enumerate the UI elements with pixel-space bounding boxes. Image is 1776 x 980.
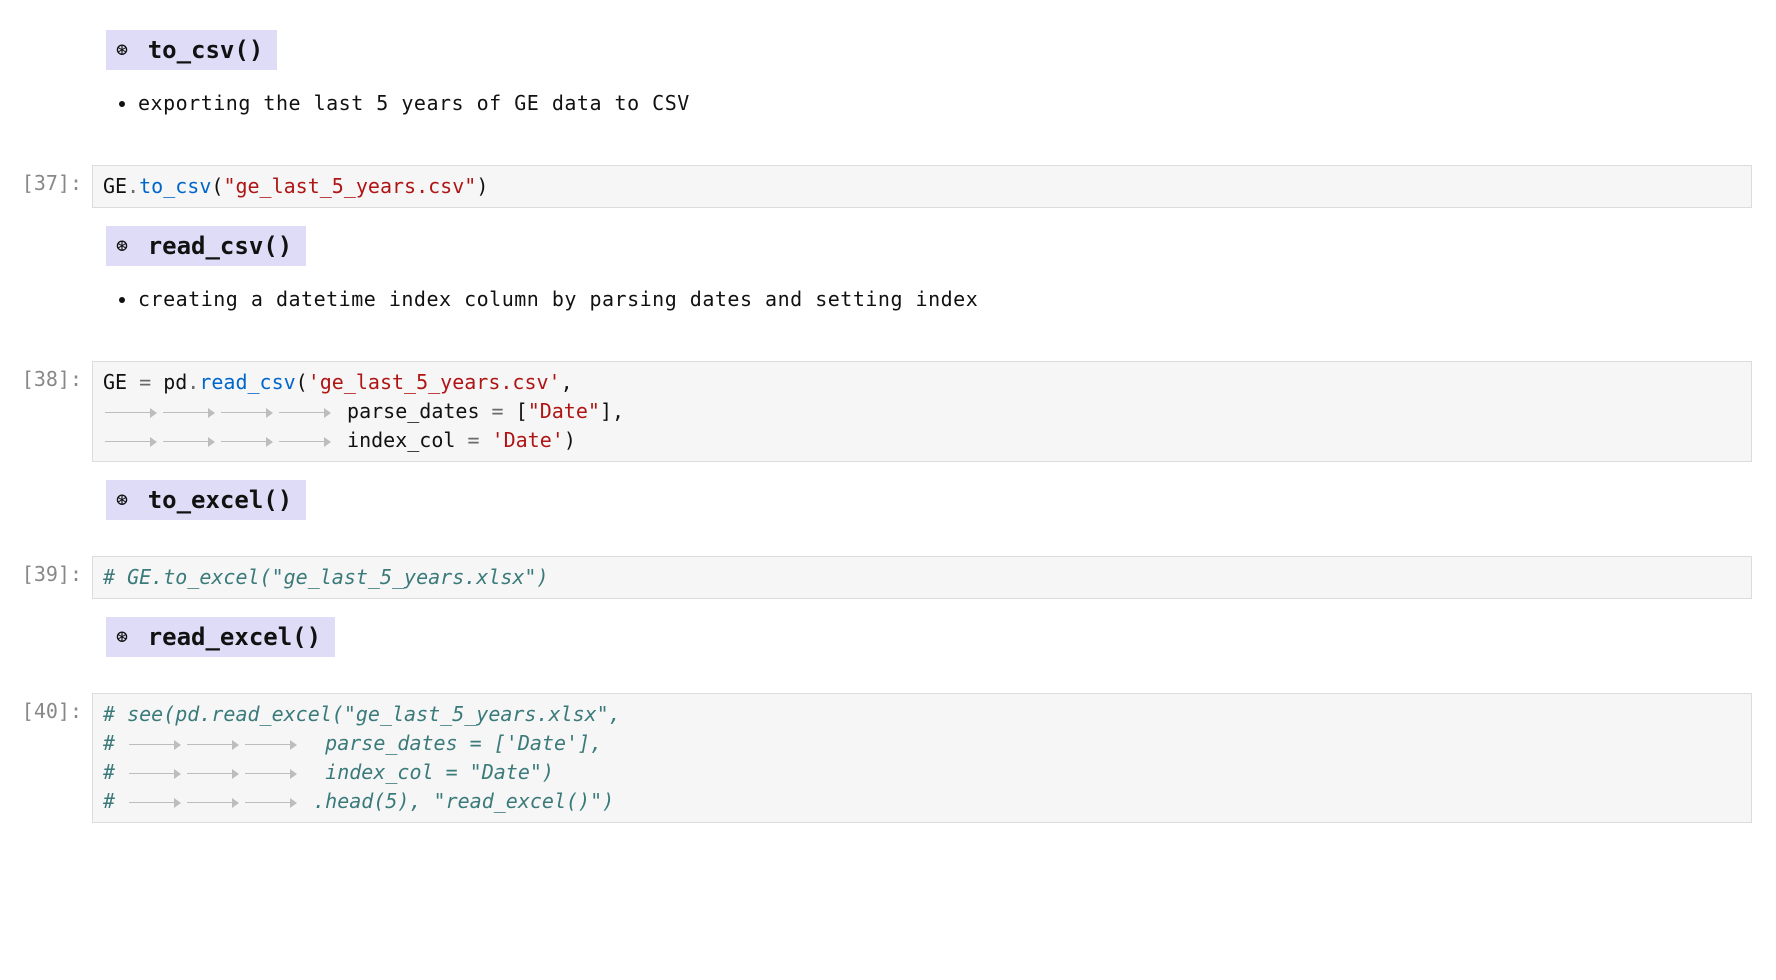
tab-indent-icon bbox=[277, 406, 333, 420]
code-cell-40: [40]: # see(pd.read_excel("ge_last_5_yea… bbox=[0, 693, 1776, 823]
token-comma: , bbox=[612, 399, 624, 423]
bullet-list: creating a datetime index column by pars… bbox=[120, 284, 1752, 315]
token-op: = bbox=[492, 399, 504, 423]
section-bullet-icon: ⊛ bbox=[116, 624, 128, 648]
markdown-body: ⊛ read_excel() bbox=[92, 613, 1752, 679]
tab-indent-icon bbox=[103, 406, 159, 420]
tab-indent-icon bbox=[185, 796, 241, 810]
markdown-cell-read-csv: ⊛ read_csv() creating a datetime index c… bbox=[0, 222, 1776, 347]
prompt-38: [38]: bbox=[0, 361, 92, 391]
markdown-cell-to-excel: ⊛ to_excel() bbox=[0, 476, 1776, 542]
token-kwarg: index_col bbox=[347, 428, 467, 452]
tab-indent-icon bbox=[243, 767, 299, 781]
token-paren: ( bbox=[211, 174, 223, 198]
token-string: "ge_last_5_years.csv" bbox=[223, 174, 476, 198]
tab-indent-icon bbox=[127, 767, 183, 781]
code-pre: # GE.to_excel("ge_last_5_years.xlsx") bbox=[103, 563, 1741, 592]
token-comment: # bbox=[103, 731, 127, 755]
token-bracket: [ bbox=[504, 399, 528, 423]
tab-indent-icon bbox=[219, 406, 275, 420]
bullet-item: creating a datetime index column by pars… bbox=[138, 284, 1752, 315]
token-comment: # bbox=[103, 789, 127, 813]
heading-read-csv: ⊛ read_csv() bbox=[106, 226, 306, 266]
bullet-list: exporting the last 5 years of GE data to… bbox=[120, 88, 1752, 119]
prompt-40: [40]: bbox=[0, 693, 92, 723]
section-bullet-icon: ⊛ bbox=[116, 37, 128, 61]
code-body-37[interactable]: GE.to_csv("ge_last_5_years.csv") bbox=[92, 165, 1752, 208]
tab-indent-icon bbox=[161, 406, 217, 420]
heading-text: read_excel() bbox=[148, 623, 321, 651]
prompt-empty bbox=[0, 476, 92, 482]
prompt-37: [37]: bbox=[0, 165, 92, 195]
heading-to-excel: ⊛ to_excel() bbox=[106, 480, 306, 520]
notebook-page: ⊛ to_csv() exporting the last 5 years of… bbox=[0, 0, 1776, 897]
token-paren: ) bbox=[564, 428, 576, 452]
prompt-empty bbox=[0, 26, 92, 32]
code-pre: GE = pd.read_csv('ge_last_5_years.csv', … bbox=[103, 368, 1741, 455]
token-comment: .head(5), "read_excel()") bbox=[301, 789, 614, 813]
heading-text: to_excel() bbox=[148, 486, 293, 514]
prompt-empty bbox=[0, 222, 92, 228]
token-ident: GE bbox=[103, 174, 127, 198]
token-comment: parse_dates = ['Date'], bbox=[301, 731, 602, 755]
heading-read-excel: ⊛ read_excel() bbox=[106, 617, 335, 657]
markdown-body: ⊛ to_csv() exporting the last 5 years of… bbox=[92, 26, 1752, 151]
token-op: = bbox=[139, 370, 151, 394]
token-string: 'Date' bbox=[492, 428, 564, 452]
markdown-cell-to-csv: ⊛ to_csv() exporting the last 5 years of… bbox=[0, 26, 1776, 151]
tab-indent-icon bbox=[277, 435, 333, 449]
section-bullet-icon: ⊛ bbox=[116, 487, 128, 511]
prompt-39: [39]: bbox=[0, 556, 92, 586]
token-dot: . bbox=[127, 174, 139, 198]
tab-indent-icon bbox=[219, 435, 275, 449]
token-bracket: ] bbox=[600, 399, 612, 423]
token-string: "Date" bbox=[528, 399, 600, 423]
code-cell-39: [39]: # GE.to_excel("ge_last_5_years.xls… bbox=[0, 556, 1776, 599]
token-ident: GE bbox=[103, 370, 139, 394]
token-string: 'ge_last_5_years.csv' bbox=[308, 370, 561, 394]
token-comment: # GE.to_excel("ge_last_5_years.xlsx") bbox=[103, 565, 549, 589]
tab-indent-icon bbox=[127, 738, 183, 752]
token-comma: , bbox=[561, 370, 573, 394]
token-op: = bbox=[467, 428, 479, 452]
token-space bbox=[480, 428, 492, 452]
tab-indent-icon bbox=[243, 738, 299, 752]
token-func: to_csv bbox=[139, 174, 211, 198]
code-pre: GE.to_csv("ge_last_5_years.csv") bbox=[103, 172, 1741, 201]
token-ident: pd bbox=[151, 370, 187, 394]
token-comment: # see(pd.read_excel("ge_last_5_years.xls… bbox=[103, 702, 621, 726]
token-comment: # bbox=[103, 760, 127, 784]
tab-indent-icon bbox=[161, 435, 217, 449]
code-body-38[interactable]: GE = pd.read_csv('ge_last_5_years.csv', … bbox=[92, 361, 1752, 462]
code-body-40[interactable]: # see(pd.read_excel("ge_last_5_years.xls… bbox=[92, 693, 1752, 823]
heading-to-csv: ⊛ to_csv() bbox=[106, 30, 277, 70]
tab-indent-icon bbox=[185, 767, 241, 781]
section-bullet-icon: ⊛ bbox=[116, 233, 128, 257]
heading-text: read_csv() bbox=[148, 232, 293, 260]
tab-indent-icon bbox=[185, 738, 241, 752]
code-cell-38: [38]: GE = pd.read_csv('ge_last_5_years.… bbox=[0, 361, 1776, 462]
markdown-body: ⊛ to_excel() bbox=[92, 476, 1752, 542]
token-paren: ( bbox=[296, 370, 308, 394]
token-comment: index_col = "Date") bbox=[301, 760, 554, 784]
tab-indent-icon bbox=[127, 796, 183, 810]
heading-text: to_csv() bbox=[148, 36, 264, 64]
tab-indent-icon bbox=[243, 796, 299, 810]
token-dot: . bbox=[187, 370, 199, 394]
markdown-cell-read-excel: ⊛ read_excel() bbox=[0, 613, 1776, 679]
code-cell-37: [37]: GE.to_csv("ge_last_5_years.csv") bbox=[0, 165, 1776, 208]
markdown-body: ⊛ read_csv() creating a datetime index c… bbox=[92, 222, 1752, 347]
token-paren: ) bbox=[476, 174, 488, 198]
bullet-item: exporting the last 5 years of GE data to… bbox=[138, 88, 1752, 119]
tab-indent-icon bbox=[103, 435, 159, 449]
code-pre: # see(pd.read_excel("ge_last_5_years.xls… bbox=[103, 700, 1741, 816]
prompt-empty bbox=[0, 613, 92, 619]
token-func: read_csv bbox=[199, 370, 295, 394]
token-kwarg: parse_dates bbox=[347, 399, 492, 423]
code-body-39[interactable]: # GE.to_excel("ge_last_5_years.xlsx") bbox=[92, 556, 1752, 599]
